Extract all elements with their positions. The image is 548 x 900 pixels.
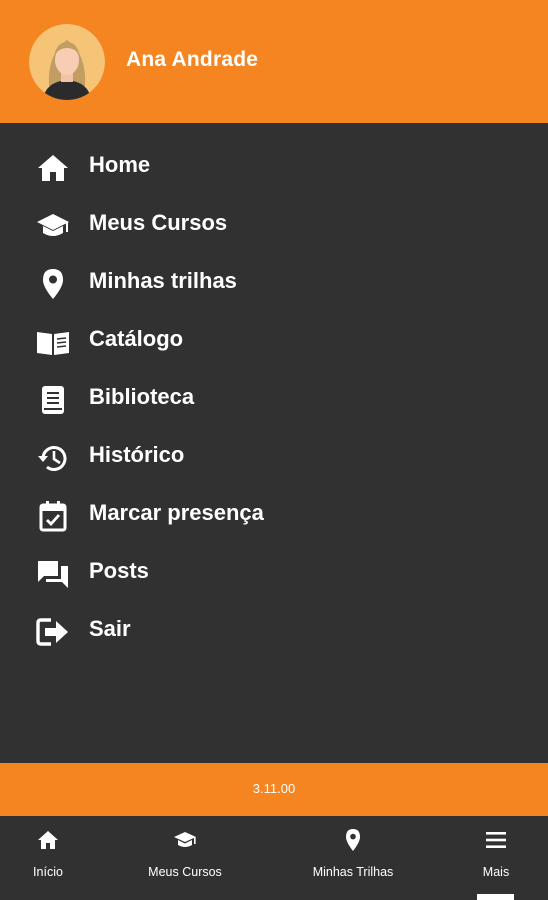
menu-item-label: Sair <box>89 616 131 641</box>
tab-label: Minhas Trilhas <box>312 865 394 879</box>
history-icon <box>36 441 70 475</box>
menu-item-minhas-trilhas[interactable]: Minhas trilhas <box>0 254 548 312</box>
tab-label: Início <box>33 865 63 879</box>
menu-item-sair[interactable]: Sair <box>0 602 548 660</box>
menu-item-historico[interactable]: Histórico <box>0 428 548 486</box>
menu-item-label: Meus Cursos <box>89 210 228 235</box>
tab-label: Mais <box>482 865 510 879</box>
home-icon <box>36 828 60 852</box>
version-bar: 3.11.00 <box>0 763 548 816</box>
menu-item-catalogo[interactable]: Catálogo <box>0 312 548 370</box>
app-version: 3.11.00 <box>252 781 296 796</box>
drawer-header: Ana Andrade <box>0 0 548 123</box>
tab-mais[interactable]: Mais <box>466 816 526 900</box>
menu-item-label: Home <box>89 152 151 177</box>
user-name: Ana Andrade <box>126 48 259 71</box>
menu-item-label: Minhas trilhas <box>89 268 237 293</box>
open-book-icon <box>36 325 70 359</box>
active-tab-indicator <box>477 894 514 900</box>
drawer-menu: Home Meus Cursos Minhas trilhas Catálogo… <box>0 123 548 763</box>
menu-item-label: Catálogo <box>89 326 184 351</box>
menu-item-label: Posts <box>89 558 149 583</box>
home-icon <box>36 151 70 185</box>
graduation-cap-icon <box>173 828 197 852</box>
menu-item-label: Biblioteca <box>89 384 195 409</box>
tab-meus-cursos[interactable]: Meus Cursos <box>126 816 244 900</box>
tab-inicio[interactable]: Início <box>0 816 96 900</box>
calendar-check-icon <box>36 499 70 533</box>
menu-item-home[interactable]: Home <box>0 138 548 196</box>
menu-item-biblioteca[interactable]: Biblioteca <box>0 370 548 428</box>
menu-item-posts[interactable]: Posts <box>0 544 548 602</box>
bottom-nav: Início Meus Cursos Minhas Trilhas Mais <box>0 816 548 900</box>
graduation-cap-icon <box>36 209 70 243</box>
menu-item-meus-cursos[interactable]: Meus Cursos <box>0 196 548 254</box>
menu-item-label: Histórico <box>89 442 185 467</box>
menu-icon <box>484 828 508 852</box>
tab-minhas-trilhas[interactable]: Minhas Trilhas <box>294 816 412 900</box>
map-pin-icon <box>36 267 70 301</box>
tab-label: Meus Cursos <box>148 865 222 879</box>
logout-icon <box>36 615 70 649</box>
menu-item-label: Marcar presença <box>89 500 264 525</box>
chat-bubbles-icon <box>36 557 70 591</box>
book-icon <box>36 383 70 417</box>
avatar[interactable] <box>29 24 105 100</box>
menu-item-marcar-presenca[interactable]: Marcar presença <box>0 486 548 544</box>
map-pin-icon <box>341 828 365 852</box>
